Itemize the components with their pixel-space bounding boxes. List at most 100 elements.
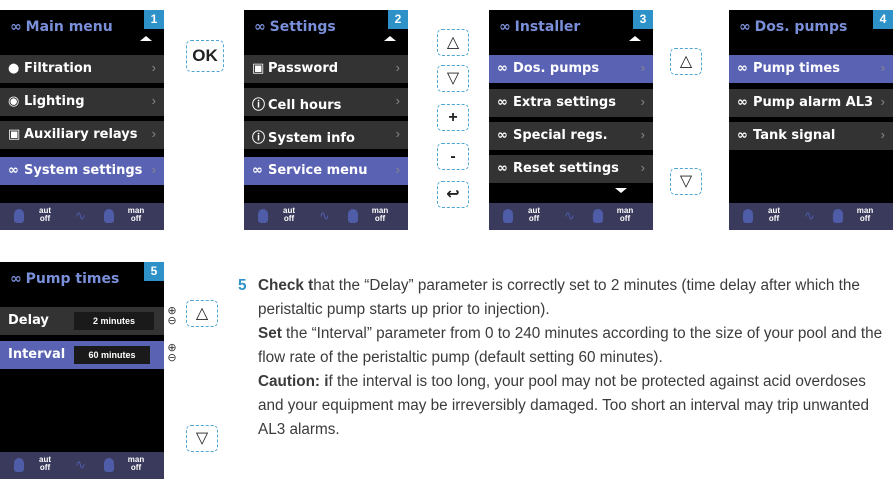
screen-header: ∞ Settings	[244, 10, 408, 47]
chevron-right-icon: ›	[640, 160, 645, 175]
chevron-right-icon: ›	[151, 162, 156, 177]
menu-item-extra-settings[interactable]: ∞ Extra settings ›	[489, 89, 653, 117]
instruction-paragraph: Caution: if the interval is too long, yo…	[258, 373, 870, 438]
plus-button[interactable]: +	[437, 104, 469, 131]
gears-icon: ∞	[499, 19, 511, 35]
back-button[interactable]: ↩	[437, 181, 469, 208]
pump-status-icon	[14, 209, 24, 223]
scroll-up-icon	[384, 36, 396, 41]
wifi-icon: ∿	[804, 208, 815, 223]
gears-icon: ∞	[10, 271, 22, 287]
down-button[interactable]: ▽	[437, 65, 469, 92]
chevron-right-icon: ›	[395, 60, 400, 75]
screen-title: ∞ Settings	[254, 19, 336, 35]
status-footer: aut off ∿ man off	[489, 203, 653, 230]
plus-minus-indicator: ⊕ ⊖	[167, 305, 177, 327]
chevron-right-icon: ›	[395, 126, 400, 141]
minus-button[interactable]: -	[437, 143, 469, 170]
wifi-icon: ∿	[75, 208, 86, 223]
info-icon: ⓘ	[252, 131, 266, 146]
instruction-text: 5 Check that the “Delay” parameter is co…	[238, 274, 888, 442]
plus-minus-indicator: ⊕ ⊖	[167, 342, 177, 364]
pump-status-icon	[14, 458, 24, 472]
menu-item-system-settings[interactable]: ∞ System settings ›	[0, 157, 164, 185]
menu-item-filtration[interactable]: ● Filtration ›	[0, 55, 164, 83]
down-button[interactable]: ▽	[186, 425, 218, 452]
pump-icon: ●	[8, 61, 20, 76]
screen-main-menu: ∞ Main menu 1 ● Filtration › ◉ Lighting › ▣…	[0, 10, 164, 230]
screen-title: ∞ Pump times	[10, 271, 120, 287]
step-badge: 3	[633, 10, 653, 29]
chevron-right-icon: ›	[151, 93, 156, 108]
gears-icon: ∞	[737, 128, 748, 143]
pump-status-icon	[743, 209, 753, 223]
menu-item-service-menu[interactable]: ∞ Service menu ›	[244, 157, 408, 185]
gears-icon: ∞	[497, 128, 508, 143]
wifi-icon: ∿	[319, 208, 330, 223]
info-icon: ⓘ	[252, 98, 266, 113]
menu-item-tank-signal[interactable]: ∞ Tank signal ›	[729, 122, 893, 150]
screen-dos-pumps: ∞ Dos. pumps 4 ∞ Pump times › ∞ Pump alarm …	[729, 10, 893, 230]
gears-icon: ∞	[497, 95, 508, 110]
chevron-right-icon: ›	[880, 94, 885, 109]
delay-value[interactable]: 2 minutes	[74, 312, 154, 330]
setting-row-interval[interactable]: Interval 60 minutes	[0, 341, 164, 369]
screen-pump-times: ∞ Pump times 5 Delay 2 minutes Interval 6…	[0, 262, 164, 479]
instruction-paragraph: Set the “Interval” parameter from 0 to 2…	[258, 325, 883, 366]
screen-header: ∞ Dos. pumps	[729, 10, 893, 47]
scroll-down-icon	[615, 188, 627, 193]
menu-item-password[interactable]: ▣ Password ›	[244, 55, 408, 83]
gears-icon: ∞	[739, 19, 751, 35]
pump-status-icon	[258, 209, 268, 223]
menu-item-system-info[interactable]: ⓘ System info ›	[244, 121, 408, 149]
light-status-icon	[104, 458, 114, 472]
light-status-icon	[104, 209, 114, 223]
status-footer: aut off ∿ man off	[244, 203, 408, 230]
menu-item-lighting[interactable]: ◉ Lighting ›	[0, 88, 164, 116]
scroll-up-icon	[629, 36, 641, 41]
menu-item-pump-times[interactable]: ∞ Pump times ›	[729, 55, 893, 83]
screen-settings: ∞ Settings 2 ▣ Password › ⓘ Cell hours › ⓘ S…	[244, 10, 408, 230]
screen-title: ∞ Dos. pumps	[739, 19, 848, 35]
screen-installer: ∞ Installer 3 ∞ Dos. pumps › ∞ Extra settin…	[489, 10, 653, 230]
up-button[interactable]: △	[670, 48, 702, 75]
light-status-icon	[833, 209, 843, 223]
chevron-right-icon: ›	[880, 127, 885, 142]
chevron-right-icon: ›	[395, 162, 400, 177]
gears-icon: ∞	[8, 163, 19, 178]
status-footer: aut off ∿ man off	[0, 452, 164, 479]
light-status-icon	[348, 209, 358, 223]
up-button[interactable]: △	[437, 29, 469, 56]
gears-icon: ∞	[497, 61, 508, 76]
chevron-right-icon: ›	[151, 126, 156, 141]
up-button[interactable]: △	[186, 300, 218, 327]
wifi-icon: ∿	[75, 457, 86, 472]
light-status-icon	[593, 209, 603, 223]
menu-item-auxiliary-relays[interactable]: ▣ Auxiliary relays ›	[0, 121, 164, 149]
menu-item-reset-settings[interactable]: ∞ Reset settings ›	[489, 155, 653, 183]
menu-item-special-regs[interactable]: ∞ Special regs. ›	[489, 122, 653, 150]
screen-title: ∞ Installer	[499, 19, 581, 35]
menu-item-pump-alarm-al3[interactable]: ∞ Pump alarm AL3 ›	[729, 89, 893, 117]
menu-item-cell-hours[interactable]: ⓘ Cell hours ›	[244, 88, 408, 116]
menu-item-dos-pumps[interactable]: ∞ Dos. pumps ›	[489, 55, 653, 83]
chevron-right-icon: ›	[151, 60, 156, 75]
wifi-icon: ∿	[564, 208, 575, 223]
screen-header: ∞ Pump times	[0, 262, 164, 299]
down-button[interactable]: ▽	[670, 168, 702, 195]
status-footer: aut off ∿ man off	[729, 203, 893, 230]
gears-icon: ∞	[497, 161, 508, 176]
screen-header: ∞ Main menu	[0, 10, 164, 47]
chevron-right-icon: ›	[395, 93, 400, 108]
ok-button[interactable]: OK	[186, 40, 224, 72]
status-footer: aut off ∿ man off	[0, 203, 164, 230]
setting-row-delay[interactable]: Delay 2 minutes	[0, 307, 164, 335]
interval-value[interactable]: 60 minutes	[74, 346, 150, 364]
chevron-right-icon: ›	[640, 60, 645, 75]
chevron-right-icon: ›	[880, 60, 885, 75]
instruction-paragraph: Check that the “Delay” parameter is corr…	[258, 277, 860, 318]
gears-icon: ∞	[254, 19, 266, 35]
bulb-icon: ◉	[8, 94, 20, 109]
step-badge: 4	[873, 10, 893, 29]
step-number: 5	[238, 277, 247, 294]
